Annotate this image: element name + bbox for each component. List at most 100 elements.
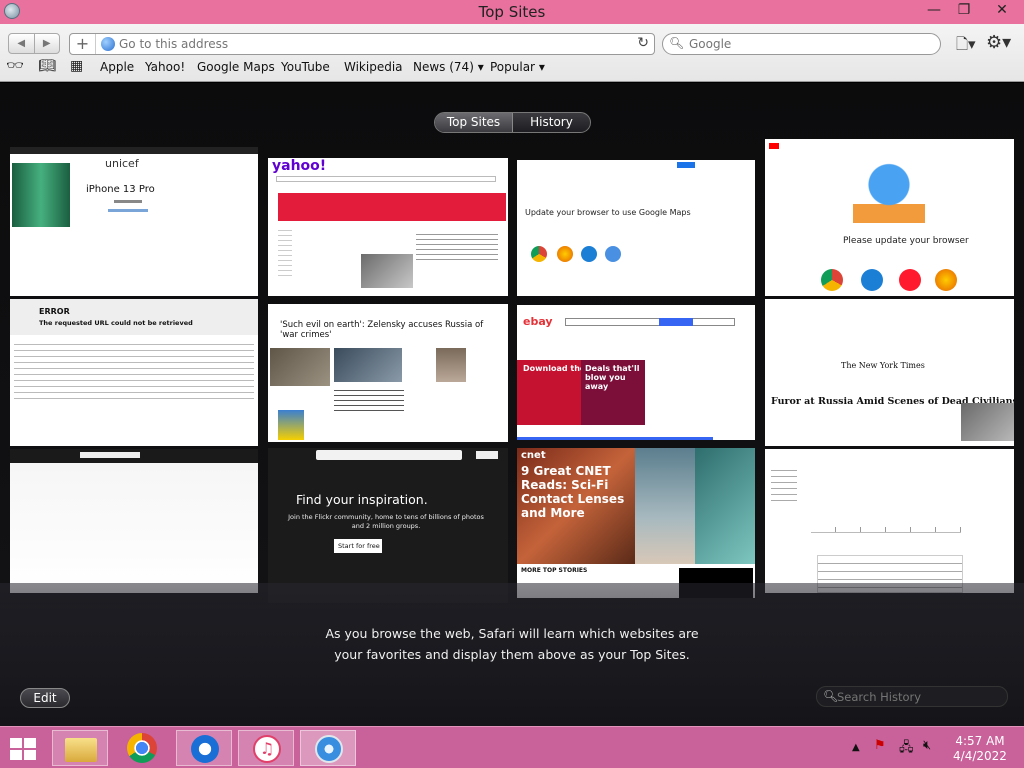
gear-icon[interactable]: ⚙▾ bbox=[986, 32, 1011, 53]
news-photo bbox=[270, 348, 330, 386]
thumbnail-yahoo[interactable]: yahoo! bbox=[268, 158, 508, 296]
bookmarks-icon[interactable]: 📖︎ bbox=[38, 58, 56, 74]
bookmark-apple[interactable]: Apple bbox=[100, 60, 134, 74]
show-hidden-icons-chevron[interactable]: ▲ bbox=[852, 742, 860, 753]
youtube-heading: Please update your browser bbox=[843, 236, 969, 246]
text-line bbox=[114, 200, 142, 203]
taskbar-safari[interactable] bbox=[300, 730, 356, 766]
window-title: Top Sites bbox=[478, 3, 546, 21]
cnet-logo: cnet bbox=[521, 450, 546, 461]
error-subtitle: The requested URL could not be retrieved bbox=[39, 319, 193, 327]
firefox-icon bbox=[557, 246, 573, 262]
add-bookmark-button[interactable]: + bbox=[70, 34, 96, 54]
thumbnail-nav bbox=[10, 147, 258, 154]
tab-row bbox=[811, 527, 961, 533]
forward-button[interactable]: ▶ bbox=[35, 34, 60, 53]
site-search-box bbox=[80, 452, 140, 458]
edge-icon bbox=[861, 269, 883, 291]
taskbar-file-explorer[interactable] bbox=[52, 730, 108, 766]
bookmark-youtube[interactable]: YouTube bbox=[281, 60, 330, 74]
ebay-promo-text: Deals that'll blow you away bbox=[585, 364, 640, 391]
thumbnail-unicef[interactable]: unicef iPhone 13 Pro bbox=[10, 147, 258, 296]
windows-start-button[interactable] bbox=[10, 738, 38, 762]
system-clock[interactable]: 4:57 AM 4/4/2022 bbox=[944, 734, 1016, 764]
address-bar: + ↻ bbox=[69, 33, 655, 55]
edit-button[interactable]: Edit bbox=[20, 688, 70, 708]
network-icon[interactable]: 🖧︎ bbox=[899, 738, 914, 760]
bookmark-wikipedia[interactable]: Wikipedia bbox=[344, 60, 403, 74]
minimize-button[interactable]: — bbox=[918, 0, 950, 22]
globe-icon bbox=[101, 37, 115, 51]
start-logo-tile bbox=[24, 750, 36, 760]
chrome-icon bbox=[821, 269, 843, 291]
unicef-heading: iPhone 13 Pro bbox=[86, 184, 155, 195]
search-history-input[interactable] bbox=[837, 689, 1002, 705]
flickr-heading: Find your inspiration. bbox=[296, 492, 428, 507]
bookmark-popular-folder[interactable]: Popular ▾ bbox=[490, 60, 545, 74]
text-line bbox=[108, 209, 148, 212]
taskbar-quicktime[interactable] bbox=[176, 730, 232, 766]
side-menu bbox=[771, 465, 797, 505]
search-bar: 🔍︎ bbox=[662, 33, 941, 55]
bookmarks-bar: 👓︎ 📖︎ ▦ Apple Yahoo! Google Maps YouTube… bbox=[0, 57, 1024, 79]
thumbnail-nytimes[interactable]: The New York Times Furor at Russia Amid … bbox=[765, 299, 1014, 446]
search-icon[interactable]: 🔍︎ bbox=[669, 36, 684, 50]
article-snippet bbox=[334, 386, 404, 412]
folder-icon bbox=[65, 738, 97, 762]
site-body bbox=[10, 463, 258, 593]
thumbnail-error-page[interactable]: ERROR The requested URL could not be ret… bbox=[10, 299, 258, 446]
search-history-field: 🔍︎ bbox=[816, 686, 1008, 707]
flickr-body: Join the Flickr community, home to tens … bbox=[288, 513, 484, 530]
opera-icon bbox=[899, 269, 921, 291]
bookmark-yahoo[interactable]: Yahoo! bbox=[145, 60, 185, 74]
search-icon: 🔍︎ bbox=[823, 689, 839, 703]
firefox-icon bbox=[935, 269, 957, 291]
news-photo bbox=[361, 254, 413, 288]
news-photo bbox=[334, 348, 402, 382]
thumbnail-cnet[interactable]: cnet 9 Great CNET Reads: Sci-Fi Contact … bbox=[517, 448, 755, 598]
thumbnail-google-maps[interactable]: Update your browser to use Google Maps bbox=[517, 160, 755, 296]
taskbar-chrome[interactable] bbox=[114, 730, 170, 766]
thumbnail-ebay[interactable]: ebay Download the savings Deals that'll … bbox=[517, 305, 755, 440]
top-sites-grid-icon[interactable]: ▦ bbox=[70, 58, 83, 74]
volume-muted-icon[interactable]: 🔇︎ bbox=[923, 738, 931, 753]
safari-icon bbox=[605, 246, 621, 262]
reload-icon[interactable]: ↻ bbox=[637, 35, 649, 51]
thumbnail-flickr[interactable]: Find your inspiration. Join the Flickr c… bbox=[268, 448, 508, 603]
maximize-button[interactable]: ❐ bbox=[948, 0, 980, 22]
reading-list-icon[interactable]: 👓︎ bbox=[6, 58, 24, 74]
sign-in-button bbox=[677, 162, 695, 168]
bookmark-google-maps[interactable]: Google Maps bbox=[197, 60, 275, 74]
thumbnail-news[interactable]: 'Such evil on earth': Zelensky accuses R… bbox=[268, 304, 508, 442]
ebay-logo: ebay bbox=[523, 315, 553, 328]
maps-heading: Update your browser to use Google Maps bbox=[525, 208, 691, 217]
back-button[interactable]: ◀ bbox=[9, 34, 35, 53]
cnet-story-image bbox=[695, 448, 755, 564]
error-details bbox=[14, 339, 254, 399]
address-input[interactable] bbox=[119, 36, 629, 52]
thumbnail-youtube[interactable]: Please update your browser bbox=[765, 139, 1014, 296]
search-input[interactable] bbox=[689, 36, 929, 52]
update-illustration bbox=[853, 159, 925, 223]
bookmark-news-folder[interactable]: News (74) ▾ bbox=[413, 60, 484, 74]
thumbnail-search-console[interactable] bbox=[765, 449, 1014, 593]
ebay-search-button bbox=[659, 318, 693, 326]
page-menu-icon[interactable]: 🗋︎▾ bbox=[956, 34, 976, 59]
unicef-logo: unicef bbox=[105, 157, 139, 170]
bookmark-news-label: News (74) bbox=[413, 60, 474, 74]
nytimes-masthead: The New York Times bbox=[841, 361, 925, 370]
chevron-down-icon: ▾ bbox=[538, 60, 545, 74]
sign-up-button bbox=[476, 451, 498, 459]
clock-time: 4:57 AM bbox=[955, 734, 1005, 748]
thumbnail-blank-site[interactable] bbox=[10, 449, 258, 593]
product-image bbox=[12, 163, 70, 227]
taskbar-itunes[interactable]: ♫ bbox=[238, 730, 294, 766]
breaking-news-banner bbox=[278, 193, 506, 221]
windows-taskbar: ♫ ▲ ⚑ 🖧︎ 🔇︎ 4:57 AM 4/4/2022 bbox=[0, 726, 1024, 768]
itunes-icon: ♫ bbox=[253, 735, 281, 763]
quicktime-icon bbox=[191, 735, 219, 763]
close-button[interactable]: ✕ bbox=[984, 0, 1020, 22]
cnet-headline: 9 Great CNET Reads: Sci-Fi Contact Lense… bbox=[521, 464, 625, 520]
flickr-cta-label: Start for free bbox=[338, 542, 380, 550]
action-center-flag-icon[interactable]: ⚑ bbox=[874, 738, 886, 753]
